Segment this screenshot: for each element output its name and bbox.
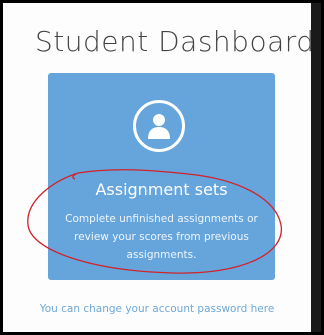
card-description: Complete unfinished assignments or revie… [65, 213, 258, 261]
dashboard-frame: Student Dashboard Assignment sets Comple… [3, 3, 321, 332]
page-title: Student Dashboard [35, 25, 315, 58]
user-icon [133, 100, 185, 152]
assignment-sets-card[interactable]: Assignment sets Complete unfinished assi… [48, 73, 275, 280]
card-title: Assignment sets [95, 180, 228, 199]
window-edge [311, 3, 321, 332]
change-password-link[interactable]: You can change your account password her… [3, 303, 311, 315]
user-icon-glyph [148, 114, 170, 139]
